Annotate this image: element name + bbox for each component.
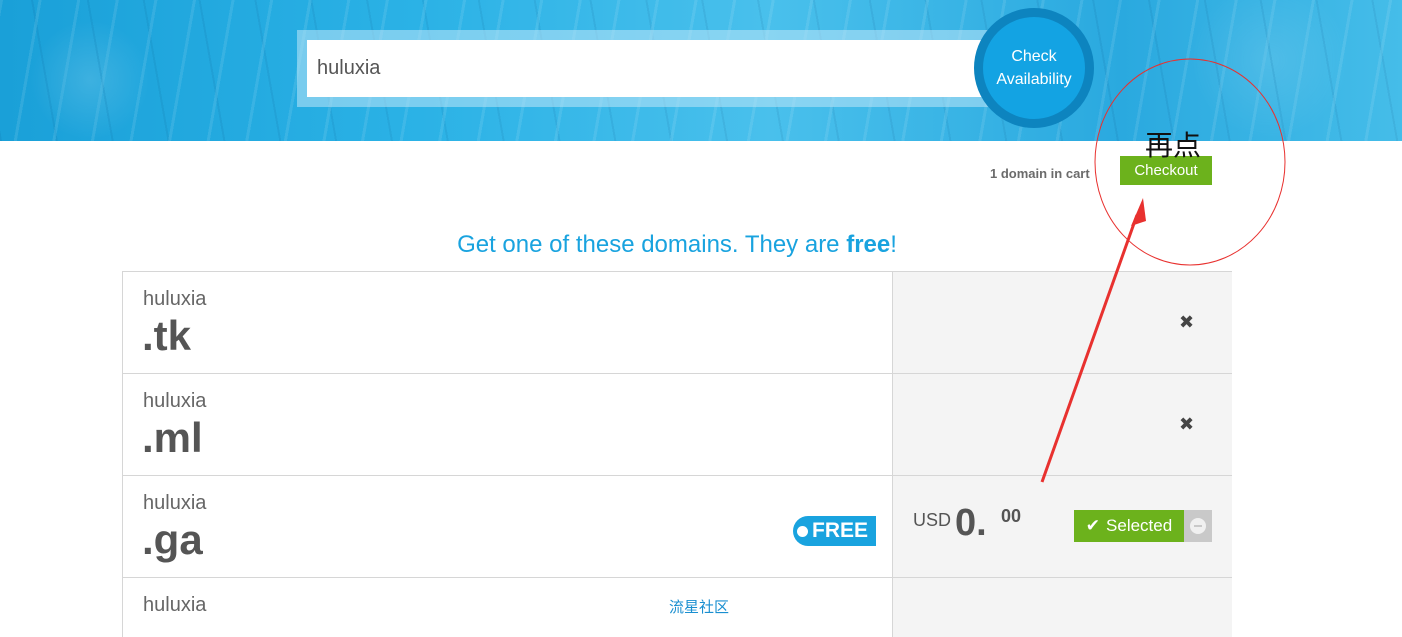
heading-suffix: ! — [890, 231, 897, 258]
price-whole: 0. — [955, 502, 987, 544]
domain-row-tk: huluxia .tk ✖ — [122, 271, 1232, 373]
domain-tld: .tk — [142, 312, 192, 359]
selected-button[interactable]: ✔ Selected — [1074, 510, 1184, 542]
domain-cell: huluxia — [123, 578, 892, 637]
selected-label: Selected — [1106, 516, 1173, 535]
price-cents: 00 — [1001, 506, 1022, 526]
domain-name: huluxia — [143, 492, 207, 514]
price-cell — [892, 578, 1232, 637]
heading-free-word: free — [846, 231, 891, 258]
domain-cell: huluxia .ml — [123, 374, 892, 475]
price-cell: USD 0. 00 ✔ Selected — [892, 476, 1232, 577]
watermark: 流星社区 — [669, 598, 730, 616]
domain-tld: .ga — [142, 516, 203, 563]
price-currency: USD — [913, 510, 952, 530]
domain-search-input[interactable] — [307, 40, 997, 97]
check-availability-line2: Availability — [996, 71, 1072, 88]
domain-cell: huluxia .tk — [123, 272, 892, 373]
annotation-arrow-head — [1131, 198, 1146, 226]
domain-cell: huluxia .ga FREE — [123, 476, 892, 577]
price-cell: ✖ — [892, 374, 1232, 475]
remove-selection-button[interactable] — [1184, 510, 1212, 542]
minus-circle-icon — [1190, 518, 1206, 534]
close-icon[interactable]: ✖ — [1179, 414, 1194, 435]
annotation-note: 再点 — [1145, 129, 1202, 162]
check-availability-button[interactable]: Check Availability — [974, 8, 1094, 128]
domain-row-ml: huluxia .ml ✖ — [122, 373, 1232, 475]
free-domains-heading: Get one of these domains. They are free! — [0, 231, 1354, 259]
free-badge-label: FREE — [812, 519, 869, 542]
close-icon[interactable]: ✖ — [1179, 312, 1194, 333]
check-availability-line1: Check — [1011, 48, 1057, 65]
price-cell: ✖ — [892, 272, 1232, 373]
domain-tld: .ml — [142, 414, 203, 461]
cart-count: 1 domain in cart — [990, 166, 1090, 181]
domain-name: huluxia — [143, 594, 207, 616]
heading-prefix: Get one of these domains. They are — [457, 231, 847, 258]
domain-name: huluxia — [143, 288, 207, 310]
free-badge: FREE — [793, 516, 877, 546]
badge-dot-icon — [797, 525, 808, 537]
checkmark-icon: ✔ — [1085, 516, 1101, 535]
domain-results-table: huluxia .tk ✖ huluxia .ml ✖ huluxia .ga … — [122, 271, 1232, 637]
domain-row-ga: huluxia .ga FREE USD 0. 00 ✔ Selected — [122, 475, 1232, 577]
domain-name: huluxia — [143, 390, 207, 412]
